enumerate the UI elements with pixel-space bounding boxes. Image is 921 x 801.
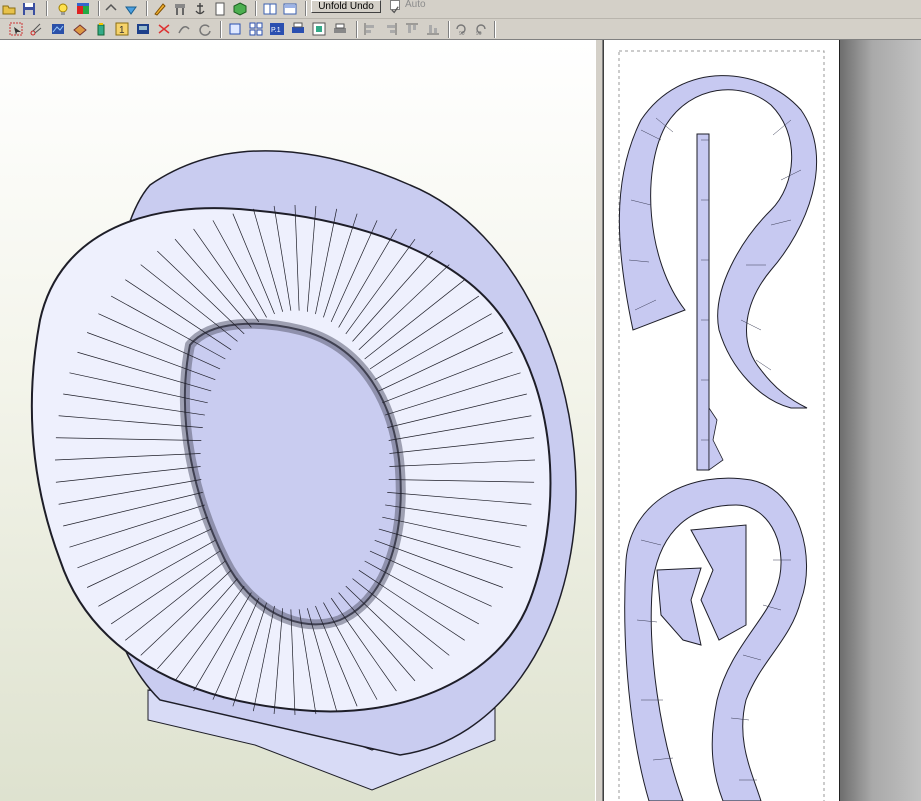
rotate-90-cw-icon[interactable]: 90	[474, 22, 488, 36]
separator	[448, 21, 450, 38]
page-icon[interactable]	[213, 2, 227, 16]
pattern-piece-upper-s	[618, 75, 817, 409]
frame-icon[interactable]	[228, 22, 242, 36]
unfolded-pattern-view[interactable]	[603, 40, 839, 801]
separator	[220, 21, 222, 38]
auto-checkbox[interactable]	[390, 0, 400, 14]
color-cube-icon[interactable]	[76, 2, 90, 16]
svg-text:1: 1	[119, 25, 125, 36]
anchor-icon[interactable]	[193, 2, 207, 16]
align-top-icon[interactable]	[405, 22, 419, 36]
pepakura-window: Unfold Undo Auto 1 P.1 90 90	[0, 0, 921, 801]
separator	[494, 21, 496, 38]
pane-splitter[interactable]	[595, 40, 603, 801]
pattern-piece-strip	[696, 133, 710, 471]
pattern-piece-strip-flap	[708, 406, 724, 471]
bulb-icon[interactable]	[56, 2, 70, 16]
rotate-90-ccw-icon[interactable]: 90	[454, 22, 468, 36]
separator	[98, 1, 100, 16]
pencil-icon[interactable]	[153, 2, 167, 16]
number-icon[interactable]: 1	[115, 22, 129, 36]
pattern-piece-lower-s	[624, 477, 808, 801]
pattern-piece-small-b	[656, 567, 702, 646]
cube-green-icon[interactable]	[233, 2, 247, 16]
svg-text:90: 90	[476, 31, 482, 36]
rotate-icon[interactable]	[198, 22, 212, 36]
glue-icon[interactable]	[94, 22, 108, 36]
layout-a-icon[interactable]	[263, 2, 277, 16]
separator	[356, 21, 358, 38]
scissors-icon[interactable]	[29, 22, 43, 36]
toolbar-top: Unfold Undo Auto	[0, 0, 921, 19]
align-right-icon[interactable]	[384, 22, 398, 36]
cut-icon[interactable]	[157, 22, 171, 36]
separator	[146, 1, 148, 16]
svg-text:90: 90	[459, 31, 465, 36]
redo-icon[interactable]	[124, 2, 138, 16]
open-icon[interactable]	[2, 2, 16, 16]
svg-text:P.1: P.1	[271, 27, 281, 34]
flap-icon[interactable]	[177, 22, 191, 36]
image-icon[interactable]	[136, 22, 150, 36]
printer-icon[interactable]	[333, 22, 347, 36]
separator	[255, 1, 257, 16]
pattern-sheet	[618, 50, 825, 801]
unfold-undo-button[interactable]: Unfold Undo	[311, 0, 381, 13]
undo-icon[interactable]	[104, 2, 118, 16]
check-icon	[391, 6, 399, 14]
layout-b-icon[interactable]	[283, 2, 297, 16]
page-number-icon[interactable]: P.1	[270, 22, 284, 36]
toolbar-bottom: 1 P.1 90 90	[0, 19, 921, 40]
texture-icon[interactable]	[51, 22, 65, 36]
torus-model	[30, 150, 577, 791]
align-left-icon[interactable]	[363, 22, 377, 36]
side-gray-pane	[839, 40, 921, 801]
separator	[46, 1, 48, 16]
save-icon[interactable]	[22, 2, 36, 16]
auto-label: Auto	[405, 0, 426, 10]
pattern-piece-small-a	[690, 524, 747, 641]
separator	[305, 1, 307, 16]
select-icon[interactable]	[9, 22, 23, 36]
3d-model-view[interactable]	[0, 40, 595, 801]
fit-icon[interactable]	[312, 22, 326, 36]
align-bottom-icon[interactable]	[426, 22, 440, 36]
print-icon[interactable]	[291, 22, 305, 36]
grid-icon[interactable]	[249, 22, 263, 36]
chair-icon[interactable]	[173, 2, 187, 16]
layers-icon[interactable]	[73, 22, 87, 36]
